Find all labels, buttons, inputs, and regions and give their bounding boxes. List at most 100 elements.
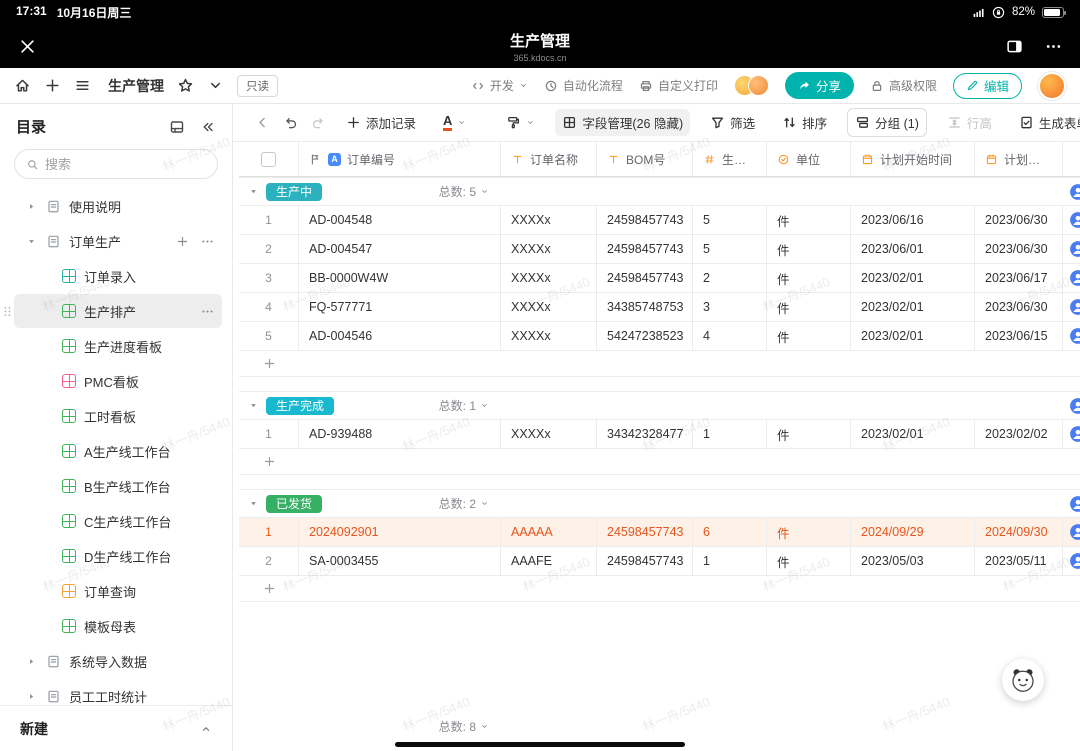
select-all-checkbox[interactable] <box>261 152 276 167</box>
cell[interactable]: 2024/09/30 <box>975 518 1063 546</box>
chevron-expanded-icon[interactable] <box>24 237 38 246</box>
cell[interactable]: 24598457743 <box>597 206 693 234</box>
chevron-collapsed-icon[interactable] <box>24 692 38 701</box>
cell[interactable]: AD-004547 <box>299 235 501 263</box>
table-row-1-0[interactable]: 1AD-939488XXXXx343423284771件2023/02/0120… <box>239 420 1080 449</box>
row-number[interactable]: 3 <box>239 264 299 292</box>
cell[interactable]: 件 <box>767 420 851 448</box>
new-tab-icon[interactable] <box>44 77 61 94</box>
row-number[interactable]: 5 <box>239 322 299 350</box>
share-button[interactable]: 分享 <box>785 72 854 99</box>
cell[interactable]: 2023/05/03 <box>851 547 975 575</box>
cell[interactable]: 2023/06/30 <box>975 206 1063 234</box>
cell[interactable]: 2023/06/30 <box>975 293 1063 321</box>
chevron-collapsed-icon[interactable] <box>24 202 38 211</box>
sort-button[interactable]: 排序 <box>775 109 834 136</box>
redo-icon[interactable] <box>311 115 326 130</box>
column-header-3[interactable]: 生产数量 <box>693 142 767 176</box>
cell[interactable]: AD-004548 <box>299 206 501 234</box>
group-header-0[interactable]: 生产中总数: 5 <box>239 177 1080 206</box>
table-row-0-1[interactable]: 2AD-004547XXXXx245984577435件2023/06/0120… <box>239 235 1080 264</box>
cell[interactable]: XXXXx <box>501 264 597 292</box>
collapse-up-icon[interactable] <box>200 723 212 735</box>
cell[interactable]: 2023/06/15 <box>975 322 1063 350</box>
column-header-2[interactable]: BOM号 <box>597 142 693 176</box>
table-row-0-4[interactable]: 5AD-004546XXXXx542472385234件2023/02/0120… <box>239 322 1080 351</box>
cell[interactable]: 件 <box>767 235 851 263</box>
cell[interactable]: 2023/02/01 <box>851 322 975 350</box>
member-cell[interactable] <box>1063 547 1080 575</box>
cell[interactable]: 2023/02/02 <box>975 420 1063 448</box>
add-record-button[interactable]: 添加记录 <box>339 109 423 136</box>
group-count[interactable]: 总数: 2 <box>239 495 489 512</box>
new-sheet-button[interactable]: 新建 <box>0 705 232 751</box>
cell[interactable]: 24598457743 <box>597 547 693 575</box>
layout-toggle-icon[interactable] <box>1006 38 1023 55</box>
sidebar-item-line-a[interactable]: A生产线工作台 <box>14 434 222 468</box>
cell[interactable]: 件 <box>767 264 851 292</box>
table-row-0-0[interactable]: 1AD-004548XXXXx245984577435件2023/06/1620… <box>239 206 1080 235</box>
cell[interactable]: 4 <box>693 322 767 350</box>
custom-print-button[interactable]: 自定义打印 <box>639 77 718 94</box>
user-avatar[interactable] <box>1038 72 1066 100</box>
table-row-0-2[interactable]: 3BB-0000W4WXXXXx245984577432件2023/02/012… <box>239 264 1080 293</box>
cell[interactable]: 1 <box>693 547 767 575</box>
edit-button[interactable]: 编辑 <box>953 73 1022 99</box>
sidebar-item-line-b[interactable]: B生产线工作台 <box>14 469 222 503</box>
sidebar-item-prod-progress[interactable]: 生产进度看板 <box>14 329 222 363</box>
sidebar-item-order-query[interactable]: 订单查询 <box>14 574 222 608</box>
sidebar-item-order-prod[interactable]: 订单生产 <box>14 224 222 258</box>
cell[interactable]: 件 <box>767 322 851 350</box>
sidebar-item-sys-import[interactable]: 系统导入数据 <box>14 644 222 678</box>
filter-button[interactable]: 筛选 <box>703 109 762 136</box>
sidebar-item-line-d[interactable]: D生产线工作台 <box>14 539 222 573</box>
cell[interactable]: 6 <box>693 518 767 546</box>
cell[interactable]: 2024092901 <box>299 518 501 546</box>
cell[interactable]: XXXXx <box>501 235 597 263</box>
sidebar-item-hours-board[interactable]: 工时看板 <box>14 399 222 433</box>
format-painter-button[interactable] <box>499 111 542 134</box>
cell[interactable]: AAAAA <box>501 518 597 546</box>
cell[interactable]: 2 <box>693 264 767 292</box>
cell[interactable]: XXXXx <box>501 293 597 321</box>
member-cell[interactable] <box>1063 293 1080 321</box>
table-total[interactable]: 总数: 8 <box>239 718 489 735</box>
cell[interactable]: SA-0003455 <box>299 547 501 575</box>
cell[interactable]: 2023/06/16 <box>851 206 975 234</box>
group-button[interactable]: 分组 (1) <box>847 108 927 137</box>
add-row-button-0[interactable] <box>239 351 1080 377</box>
title-caret-icon[interactable] <box>207 77 224 94</box>
collapse-sidebar-icon[interactable] <box>200 119 216 135</box>
cell[interactable]: AAAFE <box>501 547 597 575</box>
add-row-button-2[interactable] <box>239 576 1080 602</box>
sidebar-item-staff-hours[interactable]: 员工工时统计 <box>14 679 222 705</box>
table-row-2-1[interactable]: 2SA-0003455AAAFE245984577431件2023/05/032… <box>239 547 1080 576</box>
more-icon[interactable] <box>201 235 214 248</box>
star-icon[interactable] <box>177 77 194 94</box>
cell[interactable]: 24598457743 <box>597 518 693 546</box>
sidebar-item-prod-schedule[interactable]: 生产排产 <box>14 294 222 328</box>
row-number[interactable]: 1 <box>239 206 299 234</box>
member-cell[interactable] <box>1063 322 1080 350</box>
cell[interactable]: XXXXx <box>501 322 597 350</box>
sidebar-item-pmc-board[interactable]: PMC看板 <box>14 364 222 398</box>
cell[interactable]: 3 <box>693 293 767 321</box>
cell[interactable]: BB-0000W4W <box>299 264 501 292</box>
group-count[interactable]: 总数: 5 <box>239 183 489 200</box>
drag-handle-icon[interactable] <box>1 305 14 318</box>
cell[interactable]: XXXXx <box>501 206 597 234</box>
chevron-collapsed-icon[interactable] <box>24 657 38 666</box>
add-sheet-icon[interactable] <box>176 235 189 248</box>
collaborator-avatars[interactable] <box>734 75 769 96</box>
column-header-6[interactable]: 计划完成时间 <box>975 142 1063 176</box>
generate-form-button[interactable]: 生成表单 <box>1012 109 1080 136</box>
cell[interactable]: 2023/06/01 <box>851 235 975 263</box>
cell[interactable]: 2023/06/17 <box>975 264 1063 292</box>
menu-icon[interactable] <box>74 77 91 94</box>
sidebar-item-usage[interactable]: 使用说明 <box>14 189 222 223</box>
member-cell[interactable] <box>1063 518 1080 546</box>
more-menu-icon[interactable] <box>1045 38 1062 55</box>
row-number[interactable]: 2 <box>239 547 299 575</box>
column-header-0[interactable]: A订单编号 <box>299 142 501 176</box>
row-height-button[interactable]: 行高 <box>940 109 999 136</box>
